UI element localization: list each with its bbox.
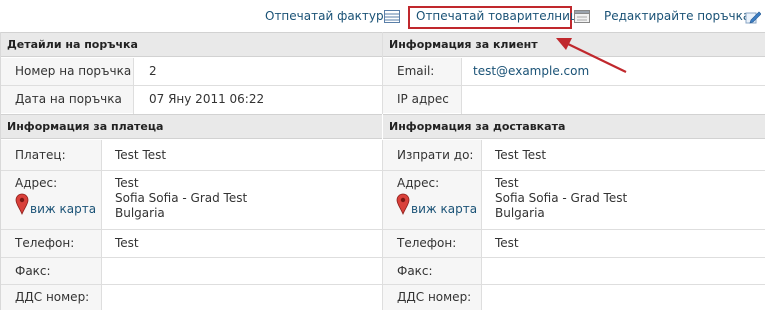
billing-address-line3: Bulgaria <box>115 206 165 220</box>
shipping-address-value: Test Sofia Sofia - Grad Test Bulgaria <box>485 171 763 229</box>
print-invoice-link[interactable]: Отпечатай фактура <box>265 9 391 23</box>
billing-map-link[interactable]: виж карта <box>30 202 96 216</box>
shipping-map-link[interactable]: виж карта <box>411 202 477 216</box>
order-number-label: Номер на поръчка <box>1 58 133 85</box>
shipping-vat-value <box>485 285 763 310</box>
toolbar: Отпечатай фактура Отпечатай товарителниц… <box>0 0 765 32</box>
shipping-vat-label: ДДС номер: <box>383 285 481 310</box>
edit-order-link[interactable]: Редактирайте поръчка <box>604 9 750 23</box>
divider <box>382 32 383 114</box>
shipping-info-header: Информация за доставката <box>383 114 765 139</box>
billing-fax-label: Факс: <box>1 258 101 284</box>
shipping-phone-label: Телефон: <box>383 230 481 257</box>
ip-address-label: IP адрес <box>383 86 461 113</box>
divider <box>382 140 383 310</box>
billing-address-label: Адрес: <box>15 176 58 190</box>
divider <box>133 58 134 114</box>
ship-to-value: Test Test <box>495 148 547 162</box>
billing-fax-value <box>105 258 379 284</box>
billing-vat-label: ДДС номер: <box>1 285 101 310</box>
order-date-value: 07 Яну 2011 06:22 <box>149 92 265 106</box>
email-label: Email: <box>383 58 461 85</box>
map-pin-icon[interactable] <box>15 193 29 216</box>
billing-phone-label: Телефон: <box>1 230 101 257</box>
payer-value: Test Test <box>115 148 167 162</box>
customer-email-link[interactable]: test@example.com <box>463 58 763 85</box>
ship-to-label: Изпрати до: <box>383 140 481 170</box>
divider <box>101 140 102 310</box>
order-number-value: 2 <box>149 64 157 78</box>
shipping-address-label: Адрес: <box>397 176 440 190</box>
order-details-grid: Детайли на поръчка Информация за клиент … <box>0 32 765 310</box>
billing-info-header: Информация за платеца <box>1 114 382 139</box>
shipping-phone-value: Test <box>495 236 519 250</box>
shipping-address-line3: Bulgaria <box>495 206 545 220</box>
map-pin-icon[interactable] <box>396 193 410 216</box>
order-date-label: Дата на поръчка <box>1 86 133 113</box>
billing-address-line1: Test <box>115 176 139 190</box>
shipping-address-line1: Test <box>495 176 519 190</box>
billing-vat-value <box>105 285 379 310</box>
shipping-fax-value <box>485 258 763 284</box>
invoice-icon[interactable] <box>384 10 400 23</box>
ip-address-value <box>463 86 763 113</box>
shipping-address-line2: Sofia Sofia - Grad Test <box>495 191 628 205</box>
billing-phone-value: Test <box>115 236 139 250</box>
shipping-fax-label: Факс: <box>383 258 481 284</box>
packing-slip-icon[interactable] <box>574 10 590 23</box>
edit-icon[interactable] <box>745 10 762 24</box>
payer-label: Платец: <box>1 140 101 170</box>
billing-address-value: Test Sofia Sofia - Grad Test Bulgaria <box>105 171 379 229</box>
print-packing-slip-link[interactable]: Отпечатай товарителница <box>416 9 585 23</box>
billing-address-line2: Sofia Sofia - Grad Test <box>115 191 248 205</box>
divider <box>481 140 482 310</box>
divider <box>461 58 462 114</box>
order-details-header: Детайли на поръчка <box>1 32 382 57</box>
customer-info-header: Информация за клиент <box>383 32 765 57</box>
